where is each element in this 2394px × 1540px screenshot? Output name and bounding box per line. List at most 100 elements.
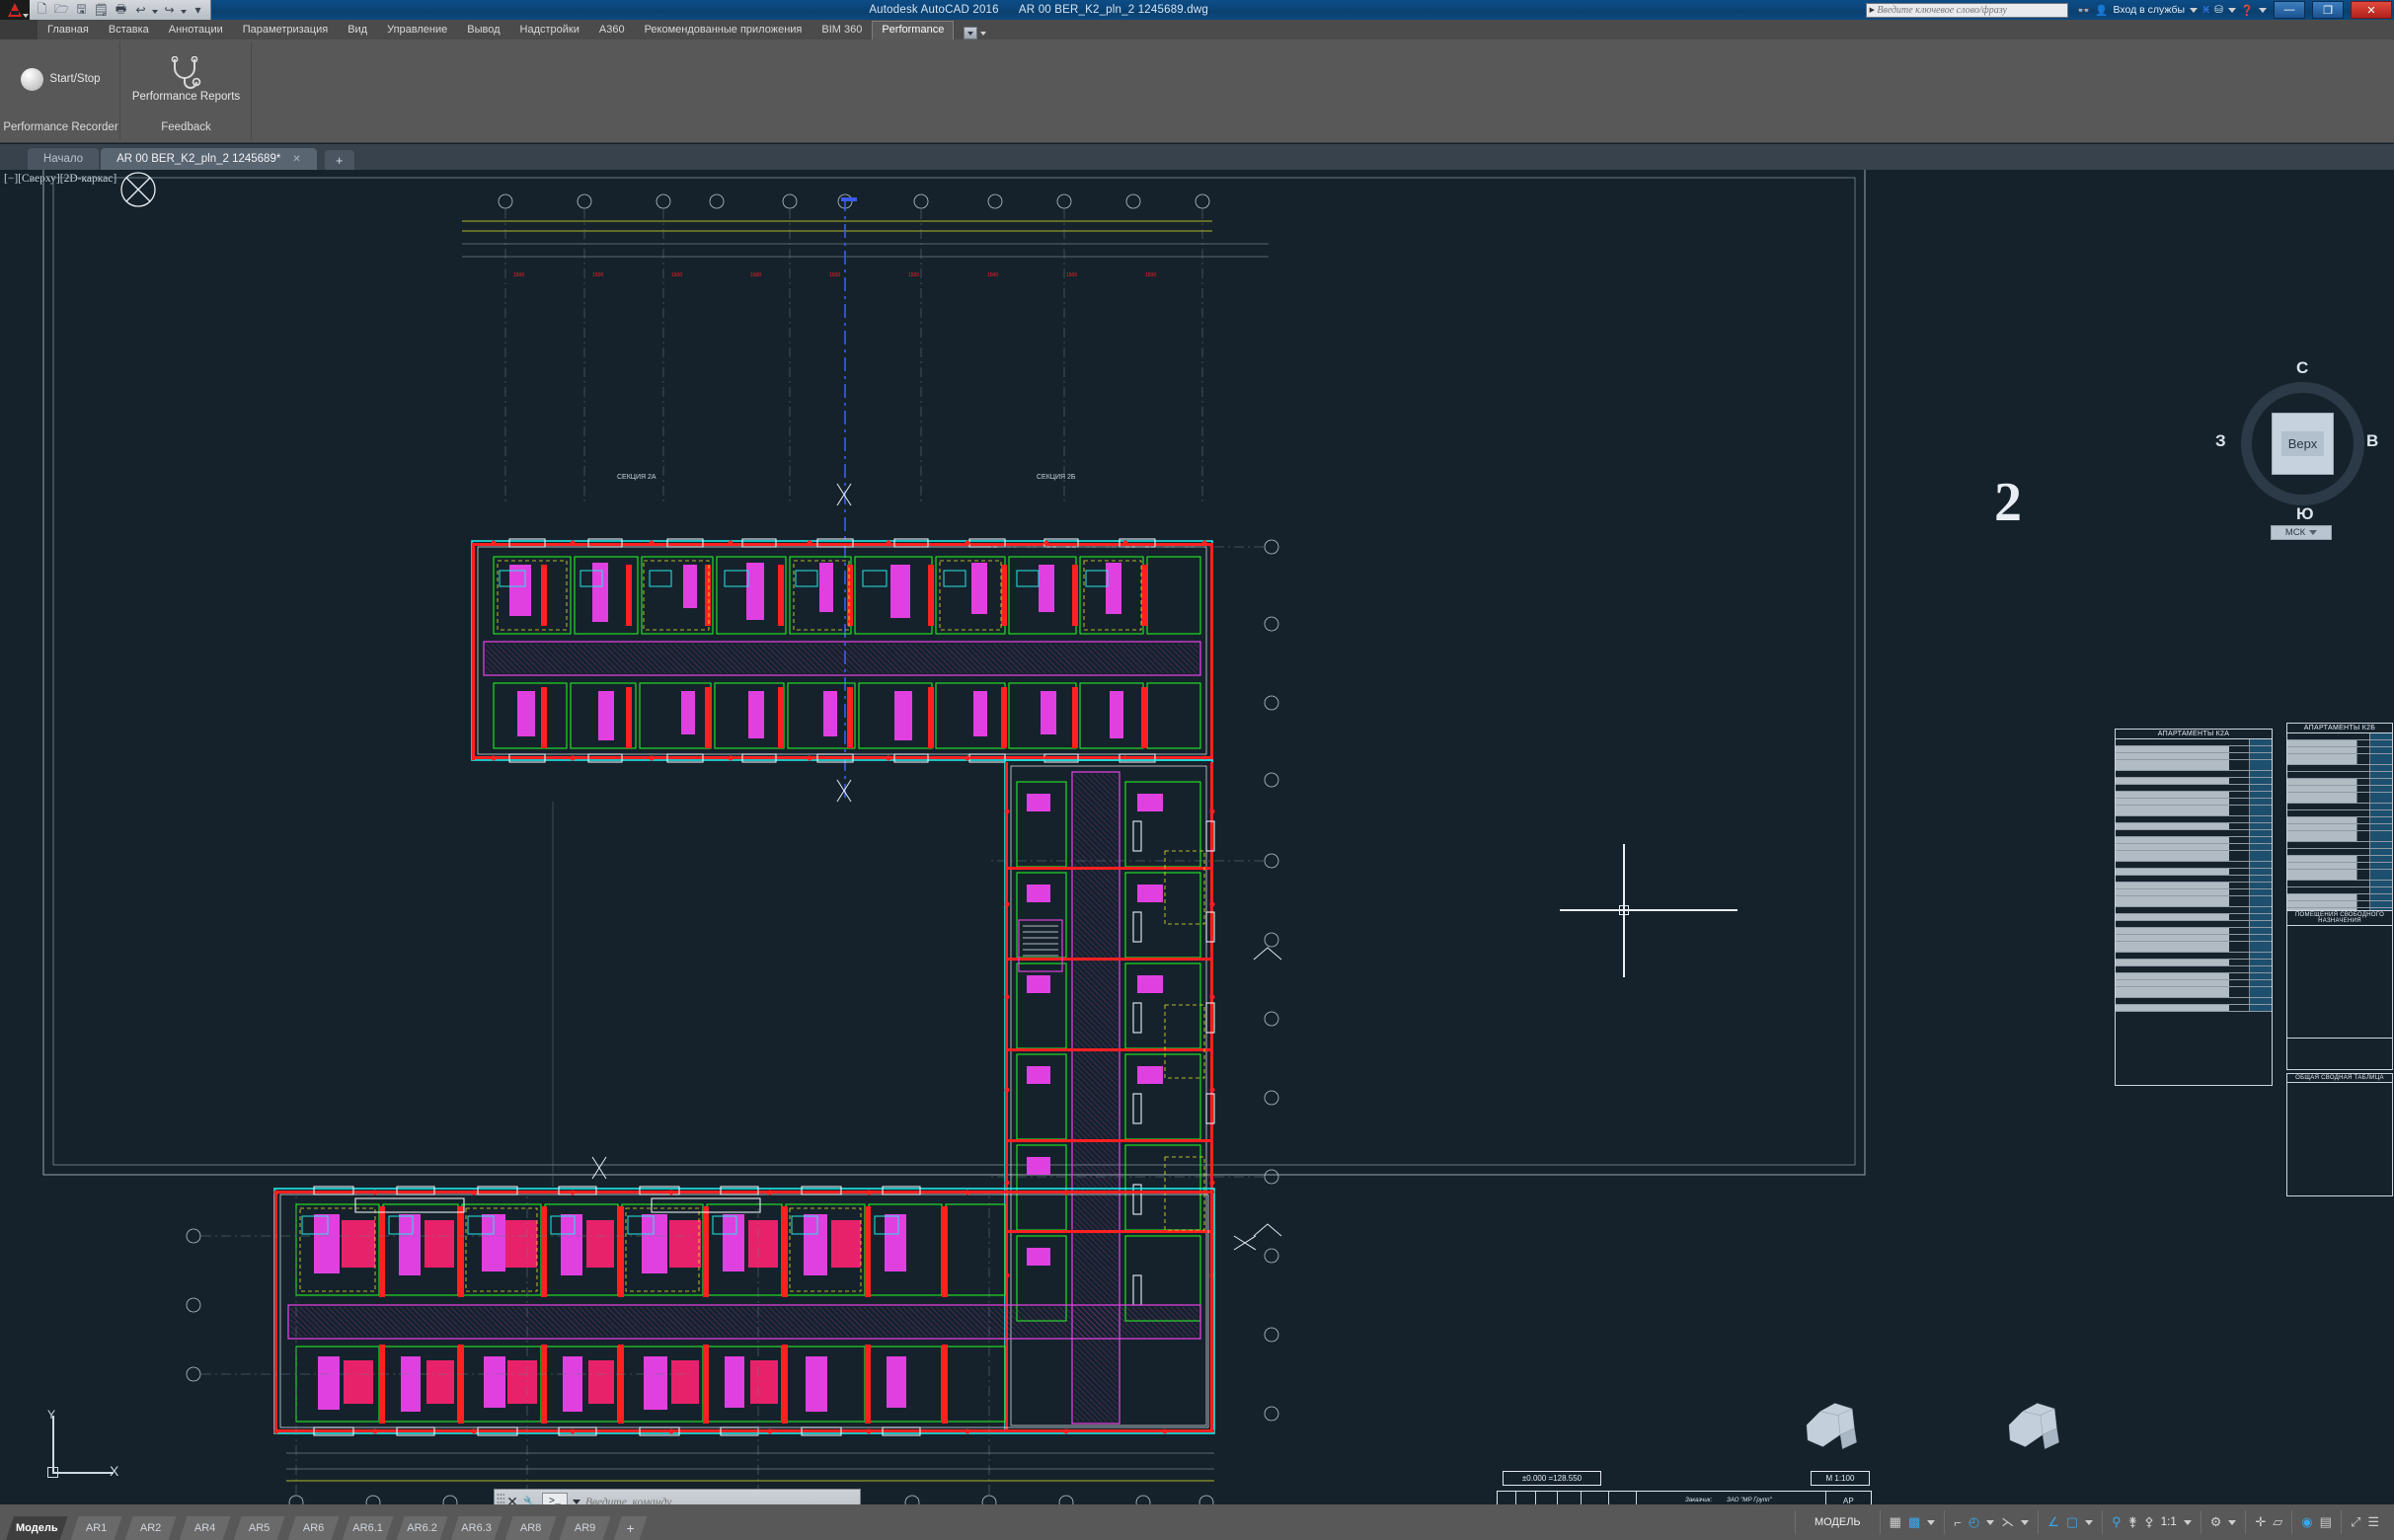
polar-chevron-down-icon[interactable]	[1986, 1520, 1994, 1525]
file-tab-drawing[interactable]: AR 00 BER_K2_pln_2 1245689* ✕	[101, 148, 317, 170]
autodesk-chevron-down-icon[interactable]	[2228, 8, 2236, 13]
new-layout-button[interactable]: +	[614, 1516, 648, 1540]
tab-performance[interactable]: Performance	[872, 21, 954, 39]
annotation-visibility-icon[interactable]: ⚲	[2112, 1514, 2122, 1530]
search-input[interactable]	[1877, 5, 2067, 16]
user-icon[interactable]: 👤	[2095, 4, 2108, 17]
layout-tab-ar4[interactable]: AR4	[180, 1516, 231, 1540]
spec-row-label	[2116, 837, 2250, 843]
saveas-icon[interactable]: 🗒	[93, 2, 110, 18]
clean-screen-icon[interactable]: ⤢	[2351, 1514, 2360, 1530]
layout-tab-ar2[interactable]: AR2	[125, 1516, 177, 1540]
view-cube-east-label[interactable]: В	[2366, 431, 2378, 451]
tab-vyvod[interactable]: Вывод	[457, 21, 509, 39]
view-cube-west-label[interactable]: З	[2215, 431, 2226, 451]
tab-glavnaya[interactable]: Главная	[38, 21, 99, 39]
scale-chevron-down-icon[interactable]	[2184, 1520, 2192, 1525]
ribbon-chevron-down-icon[interactable]	[980, 32, 986, 36]
layout-tab-ar5[interactable]: AR5	[234, 1516, 285, 1540]
object-snap-tracking-icon[interactable]: ∠	[2047, 1514, 2059, 1530]
search-dropdown-icon[interactable]: ▶	[1867, 6, 1877, 14]
tab-a360[interactable]: A360	[589, 21, 635, 39]
application-menu-button[interactable]	[0, 0, 30, 20]
exchange-app-icon[interactable]: Ӿ	[2202, 4, 2209, 16]
chevron-down-icon	[23, 14, 29, 18]
layout-tab-ar6-1[interactable]: AR6.1	[343, 1516, 394, 1540]
redo-dropdown-icon[interactable]	[181, 10, 187, 14]
gear-icon[interactable]: ⚙	[2210, 1514, 2222, 1530]
snap-mode-icon[interactable]: ▩	[1908, 1514, 1920, 1530]
new-icon[interactable]: 🗋	[34, 2, 50, 18]
view-cube[interactable]: Верх С Ю З В	[2241, 382, 2364, 505]
drawing-canvas[interactable]: [−][Сверху][2D-каркас]	[0, 170, 2394, 1504]
file-tab-start[interactable]: Начало	[28, 148, 99, 170]
minimize-button[interactable]: —	[2274, 1, 2305, 19]
tab-annotacii[interactable]: Аннотации	[159, 21, 233, 39]
spec-row-value	[2370, 842, 2392, 848]
binoculars-icon[interactable]: 👓	[2077, 4, 2090, 17]
open-icon[interactable]: 🗁	[53, 2, 70, 18]
view-cube-south-label[interactable]: Ю	[2296, 504, 2314, 524]
customization-icon[interactable]: ☰	[2367, 1514, 2379, 1530]
annotation-scale-icon[interactable]: ⚴	[2144, 1514, 2154, 1530]
signin-chevron-down-icon[interactable]	[2190, 8, 2198, 13]
graphics-performance-icon[interactable]: ◉	[2301, 1514, 2312, 1530]
ucs-chevron-down-icon[interactable]	[2085, 1520, 2093, 1525]
restore-button[interactable]: ❐	[2312, 1, 2344, 19]
tab-vstavka[interactable]: Вставка	[99, 21, 159, 39]
performance-reports-button[interactable]: Performance Reports	[132, 56, 240, 103]
new-file-tab-button[interactable]: +	[325, 150, 354, 170]
workspace-chevron-down-icon[interactable]	[2228, 1520, 2236, 1525]
help-chevron-down-icon[interactable]	[2259, 8, 2267, 13]
signin-label[interactable]: Вход в службы	[2113, 4, 2185, 16]
layout-tab-ar6-3[interactable]: AR6.3	[451, 1516, 502, 1540]
layout-tab-model[interactable]: Модель	[6, 1516, 68, 1540]
help-icon[interactable]: ❓	[2241, 4, 2254, 17]
layout-tab-ar6-2[interactable]: AR6.2	[397, 1516, 448, 1540]
undo-icon[interactable]: ↩	[132, 2, 149, 18]
layout-tab-ar9[interactable]: AR9	[560, 1516, 611, 1540]
dynamic-ucs-icon[interactable]: ▢	[2066, 1514, 2078, 1530]
snap-chevron-down-icon[interactable]	[1927, 1520, 1935, 1525]
layout-tab-ar1[interactable]: AR1	[71, 1516, 122, 1540]
grid-display-icon[interactable]: ▦	[1890, 1514, 1901, 1530]
start-stop-button[interactable]: Start/Stop	[21, 68, 100, 91]
tab-upravlenie[interactable]: Управление	[377, 21, 457, 39]
annotation-scale-value[interactable]: 1:1	[2161, 1516, 2177, 1528]
undo-dropdown-icon[interactable]	[152, 10, 158, 14]
spec-table-summary[interactable]: ОБЩАЯ СВОДНАЯ ТАБЛИЦА	[2286, 1073, 2393, 1196]
tab-parametrizaciya[interactable]: Параметризация	[233, 21, 338, 39]
ortho-mode-icon[interactable]: ⌐	[1954, 1515, 1962, 1530]
ribbon-minimize-icon[interactable]	[964, 27, 977, 39]
close-icon[interactable]: ✕	[292, 154, 300, 165]
customize-qat-icon[interactable]: ▾	[190, 2, 206, 18]
autodesk-icon[interactable]: ⛁	[2214, 4, 2223, 16]
tab-vid[interactable]: Вид	[338, 21, 377, 39]
layout-tab-ar6[interactable]: AR6	[288, 1516, 340, 1540]
spec-table-apartments-k2a[interactable]: АПАРТАМЕНТЫ К2А	[2115, 729, 2273, 1086]
spec-table-public-rooms[interactable]: ПОМЕЩЕНИЯ СВОБОДНОГО НАЗНАЧЕНИЯ	[2286, 910, 2393, 1039]
save-icon[interactable]: 🖫	[73, 2, 90, 18]
object-snap-icon[interactable]: ⋋	[2001, 1514, 2014, 1530]
plot-icon[interactable]: 🖶	[113, 2, 129, 18]
osnap-chevron-down-icon[interactable]	[2021, 1520, 2029, 1525]
ucs-selector[interactable]: МСК	[2271, 525, 2332, 540]
redo-icon[interactable]: ↪	[161, 2, 178, 18]
tab-rekomendovannye-prilozheniya[interactable]: Рекомендованные приложения	[635, 21, 812, 39]
title-block[interactable]: ±0.000 =128.550 M 1:100	[1497, 1471, 1872, 1504]
ribbon-display-options[interactable]	[964, 27, 986, 39]
search-input-wrap[interactable]: ▶	[1866, 3, 2068, 18]
tab-nadstroyki[interactable]: Надстройки	[510, 21, 589, 39]
view-cube-north-label[interactable]: С	[2296, 358, 2308, 378]
autoscale-icon[interactable]: ⚵	[2128, 1514, 2138, 1530]
model-paper-toggle[interactable]: МОДЕЛЬ	[1805, 1513, 1871, 1531]
isolate-objects-icon[interactable]: ▱	[2273, 1514, 2282, 1530]
tab-bim360[interactable]: BIM 360	[811, 21, 872, 39]
polar-tracking-icon[interactable]: ◴	[1969, 1514, 1979, 1530]
spec-row-label	[2116, 896, 2250, 906]
close-button[interactable]: ✕	[2351, 1, 2392, 19]
lock-ui-icon[interactable]: ▤	[2320, 1514, 2332, 1530]
layout-tab-ar8[interactable]: AR8	[505, 1516, 557, 1540]
hardware-acceleration-icon[interactable]: ✛	[2255, 1514, 2266, 1530]
view-cube-top-face[interactable]: Верх	[2272, 413, 2334, 475]
